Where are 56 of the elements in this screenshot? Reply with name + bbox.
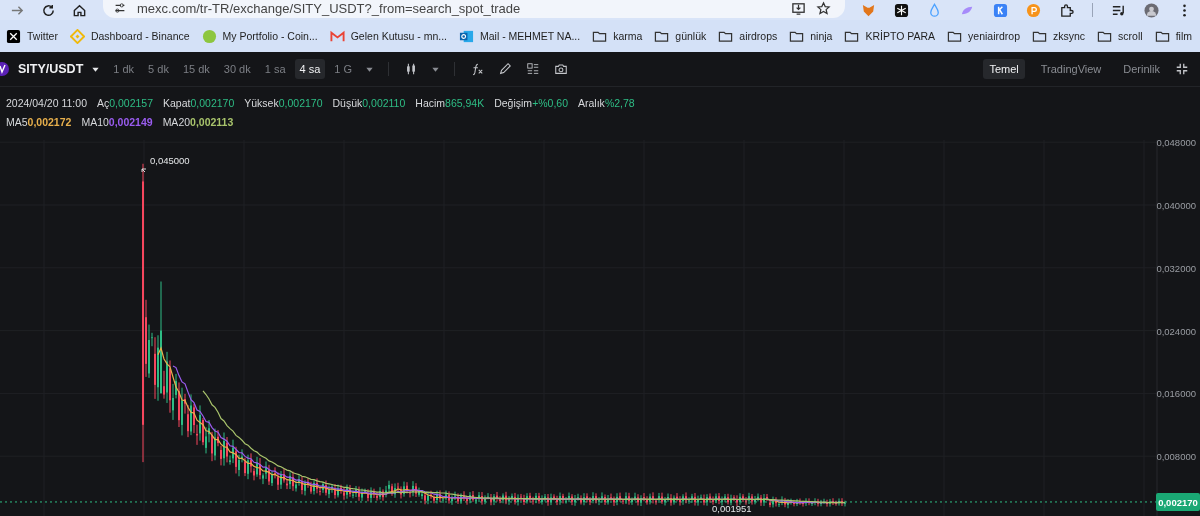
interval-tab[interactable]: 1 G bbox=[329, 59, 358, 79]
indicator-label: MA20 bbox=[162, 116, 191, 128]
indicator-value: 0,002172 bbox=[27, 116, 72, 128]
bookmark[interactable]: film bbox=[1154, 28, 1192, 44]
bookmark[interactable]: günlük bbox=[654, 28, 707, 44]
price-axis-label: 0,016000 bbox=[1156, 388, 1196, 400]
low-price-label: 0,001951 bbox=[712, 503, 752, 514]
field-value: 0,002110 bbox=[362, 97, 406, 109]
price-axis-label: 0,040000 bbox=[1156, 200, 1196, 211]
view-tab[interactable]: TradingView bbox=[1034, 59, 1108, 79]
indicator-value: 0,002113 bbox=[190, 116, 234, 128]
price-axis-label: 0,032000 bbox=[1156, 262, 1196, 274]
bookmark[interactable]: My Portfolio - Coin... bbox=[201, 28, 318, 44]
field-label: Kapat bbox=[163, 97, 191, 109]
field-value: 0,002157 bbox=[109, 97, 154, 109]
bookmark[interactable]: scroll bbox=[1097, 28, 1143, 44]
bookmark[interactable]: airdrops bbox=[718, 28, 778, 44]
field-label: Hacim bbox=[415, 97, 446, 109]
field-label: Aç bbox=[96, 97, 110, 109]
candlestick-chart[interactable]: 0,048000 0,040000 0,032000 0,024000 0,016000 0,008000 0,045000 0,001951 0,002170 bbox=[0, 140, 1200, 516]
address-bar[interactable]: mexc.com/tr-TR/exchange/SITY_USDT?_from=search_spot_trade bbox=[103, 0, 845, 18]
bookmark[interactable]: KRİPTO PARA bbox=[844, 28, 936, 44]
bookmark[interactable]: yeniairdrop bbox=[947, 28, 1020, 44]
field-label: Düşük bbox=[332, 97, 363, 109]
high-price-label: 0,045000 bbox=[150, 155, 190, 166]
interval-tab[interactable]: 4 sa bbox=[294, 59, 326, 79]
field-value: %2,78 bbox=[604, 97, 635, 109]
field-label: Değişim bbox=[494, 97, 533, 109]
indicator-value: 0,002149 bbox=[108, 116, 153, 128]
bookmark[interactable]: karma bbox=[592, 28, 643, 44]
trading-pair[interactable]: SITY/USDT bbox=[18, 62, 84, 76]
bookmark[interactable]: Twitter bbox=[6, 28, 58, 44]
interval-tab[interactable]: 1 dk bbox=[108, 59, 140, 79]
price-axis-label: 0,008000 bbox=[1156, 451, 1196, 463]
view-tab[interactable]: Temel bbox=[983, 59, 1025, 79]
interval-tab[interactable]: 30 dk bbox=[218, 59, 256, 79]
interval-tab[interactable]: 15 dk bbox=[177, 59, 215, 79]
bookmark[interactable]: ninja bbox=[789, 28, 833, 44]
bookmark[interactable]: Dashboard - Binance bbox=[69, 28, 190, 44]
price-axis-label: 0,024000 bbox=[1156, 325, 1196, 337]
field-value: 0,002170 bbox=[278, 97, 323, 109]
bookmark[interactable]: Mail - MEHMET NA... bbox=[459, 28, 581, 44]
bookmark[interactable]: zksync bbox=[1032, 28, 1086, 44]
bookmark[interactable]: Gelen Kutusu - mn... bbox=[329, 28, 447, 44]
indicator-label: MA5 bbox=[6, 116, 28, 128]
price-axis-label: 0,048000 bbox=[1156, 140, 1196, 149]
interval-tab[interactable]: 1 sa bbox=[259, 59, 291, 79]
field-value: 0,002170 bbox=[190, 97, 235, 109]
candle-time: 2024/04/20 11:00 bbox=[6, 97, 87, 109]
field-value: +%0,60 bbox=[532, 97, 569, 109]
indicator-label: MA10 bbox=[81, 116, 109, 128]
field-value: 865,94K bbox=[445, 97, 485, 109]
interval-tab[interactable]: 5 dk bbox=[143, 59, 174, 79]
view-tab[interactable]: Derinlik bbox=[1117, 59, 1166, 79]
field-label: Aralık bbox=[578, 97, 605, 109]
field-label: Yüksek bbox=[244, 97, 279, 109]
